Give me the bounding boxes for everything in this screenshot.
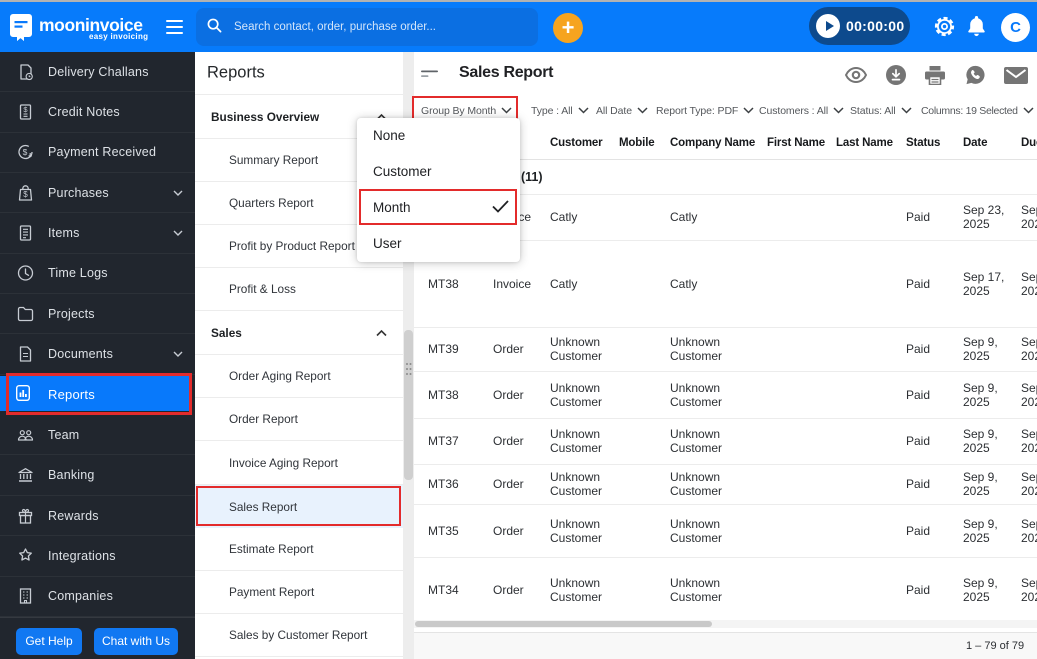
svg-text:$: $ [23,147,28,157]
svg-text:$: $ [23,190,28,199]
svg-text:$: $ [23,105,28,114]
